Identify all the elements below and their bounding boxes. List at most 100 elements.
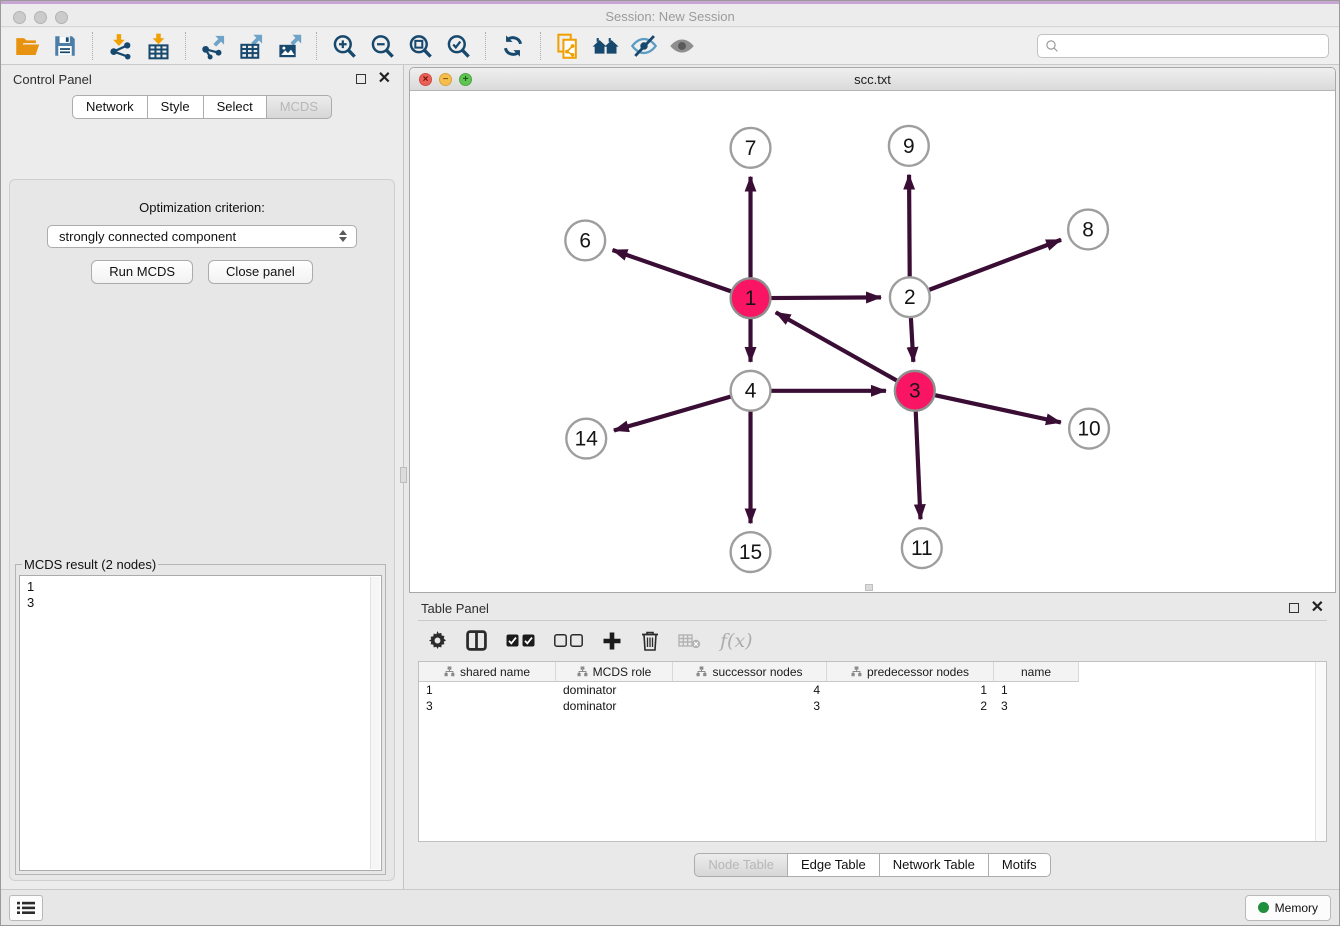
svg-text:3: 3 (909, 380, 921, 403)
graph-edge-3-1[interactable] (776, 312, 901, 383)
workspace: Control Panel ✕ Network Style Select MCD… (1, 65, 1339, 889)
show-columns-icon[interactable] (466, 630, 487, 651)
graph-node-14[interactable]: 14 (566, 419, 606, 459)
tab-edge-table[interactable]: Edge Table (787, 853, 880, 877)
zoom-in-icon[interactable] (328, 31, 360, 61)
memory-button[interactable]: Memory (1245, 895, 1331, 921)
column-header-mcds-role[interactable]: MCDS role (556, 662, 673, 682)
export-network-icon[interactable] (197, 31, 229, 61)
svg-text:6: 6 (579, 229, 591, 252)
tab-style[interactable]: Style (147, 95, 204, 119)
optimization-criterion-label: Optimization criterion: (10, 200, 394, 215)
graph-edge-1-6[interactable] (613, 250, 736, 293)
network-canvas[interactable]: 7 9 6 8 1 2 4 3 14 10 15 11 (410, 91, 1335, 591)
svg-text:2: 2 (904, 286, 916, 309)
network-graph[interactable]: 7 9 6 8 1 2 4 3 14 10 15 11 (410, 91, 1335, 591)
svg-text:11: 11 (911, 537, 933, 560)
zoom-selected-icon[interactable] (442, 31, 474, 61)
svg-text:4: 4 (745, 380, 757, 403)
hide-details-eye-icon[interactable] (628, 31, 660, 61)
select-all-rows-icon[interactable] (506, 634, 535, 647)
create-column-plus-icon[interactable] (602, 631, 622, 651)
tab-motifs[interactable]: Motifs (988, 853, 1051, 877)
column-header-name[interactable]: name (994, 662, 1079, 682)
float-panel-icon[interactable] (356, 74, 366, 84)
graph-edge-4-14[interactable] (614, 395, 735, 430)
graph-edge-1-2[interactable] (766, 297, 881, 298)
apply-layout-icon[interactable] (497, 31, 529, 61)
run-mcds-button[interactable]: Run MCDS (91, 260, 193, 284)
graph-edge-2-3[interactable] (911, 313, 914, 362)
graph-node-4[interactable]: 4 (731, 371, 771, 411)
import-network-icon[interactable] (104, 31, 136, 61)
graph-node-11[interactable]: 11 (902, 528, 942, 568)
close-panel-button[interactable]: Close panel (208, 260, 313, 284)
task-history-button[interactable] (9, 895, 43, 921)
mcds-result-box[interactable]: 1 3 (19, 575, 382, 871)
mcds-pane: Optimization criterion: strongly connect… (9, 179, 395, 881)
tab-network-table[interactable]: Network Table (879, 853, 989, 877)
function-builder-icon: f(x) (720, 630, 753, 652)
toolbar-separator (485, 32, 486, 60)
main-toolbar (1, 28, 1339, 65)
graph-node-2[interactable]: 2 (890, 277, 930, 317)
memory-label: Memory (1275, 901, 1318, 915)
graph-edge-3-11[interactable] (916, 407, 921, 520)
graph-node-6[interactable]: 6 (565, 221, 605, 261)
graph-node-1[interactable]: 1 (731, 278, 771, 318)
graph-node-15[interactable]: 15 (731, 532, 771, 572)
export-image-icon[interactable] (273, 31, 305, 61)
table-panel-title: Table Panel (421, 601, 489, 616)
open-folder-icon[interactable] (11, 31, 43, 61)
close-table-panel-icon[interactable]: ✕ (1311, 603, 1324, 613)
deselect-all-rows-icon[interactable] (554, 634, 583, 647)
graph-edge-2-8[interactable] (925, 240, 1061, 292)
right-area: × − + scc.txt 7 9 6 8 1 2 4 3 14 10 15 11 Table Pan… (408, 65, 1339, 889)
svg-text:8: 8 (1082, 218, 1094, 241)
tab-mcds[interactable]: MCDS (266, 95, 332, 119)
mcds-result-line: 3 (27, 595, 365, 611)
float-table-panel-icon[interactable] (1289, 603, 1299, 613)
tab-select[interactable]: Select (203, 95, 267, 119)
task-list-icon (17, 901, 35, 915)
table-row[interactable]: 1 dominator 4 1 1 (419, 682, 1326, 698)
graph-node-8[interactable]: 8 (1068, 210, 1108, 250)
delete-column-trash-icon[interactable] (641, 630, 659, 651)
save-session-icon[interactable] (49, 31, 81, 61)
mcds-result-title: MCDS result (2 nodes) (22, 557, 158, 572)
column-header-successor-nodes[interactable]: successor nodes (673, 662, 827, 682)
import-table-icon[interactable] (142, 31, 174, 61)
export-table-icon[interactable] (235, 31, 267, 61)
graph-node-3[interactable]: 3 (895, 371, 935, 411)
table-row[interactable]: 3 dominator 3 2 3 (419, 698, 1326, 714)
graph-node-7[interactable]: 7 (731, 128, 771, 168)
graph-node-9[interactable]: 9 (889, 126, 929, 166)
column-header-shared-name[interactable]: shared name (419, 662, 556, 682)
show-details-eye-icon[interactable] (666, 31, 698, 61)
graph-edge-2-9[interactable] (909, 175, 910, 282)
optimization-criterion-select[interactable]: strongly connected component (47, 225, 357, 248)
svg-text:1: 1 (745, 287, 757, 310)
network-window-titlebar[interactable]: × − + scc.txt (410, 68, 1335, 91)
graph-edge-3-10[interactable] (930, 394, 1061, 422)
panel-divider-grip[interactable] (400, 467, 407, 483)
table-header-row: shared name MCDS role successor nodes (419, 662, 1326, 682)
tab-network[interactable]: Network (72, 95, 148, 119)
zoom-fit-icon[interactable] (404, 31, 436, 61)
search-field[interactable] (1037, 34, 1329, 58)
tab-node-table[interactable]: Node Table (694, 853, 788, 877)
optimization-criterion-value: strongly connected component (59, 229, 236, 244)
network-overview-icon[interactable] (590, 31, 622, 61)
clone-network-icon[interactable] (552, 31, 584, 61)
result-scrollbar[interactable] (370, 577, 380, 869)
search-input[interactable] (1065, 39, 1321, 54)
graph-node-10[interactable]: 10 (1069, 409, 1109, 449)
zoom-out-icon[interactable] (366, 31, 398, 61)
network-resize-grip[interactable] (865, 584, 873, 591)
mcds-result-line: 1 (27, 579, 365, 595)
close-panel-icon[interactable]: ✕ (378, 74, 391, 84)
table-settings-gear-icon[interactable] (428, 631, 447, 650)
table-scrollbar[interactable] (1315, 662, 1326, 841)
column-type-icon (851, 666, 862, 677)
column-header-predecessor-nodes[interactable]: predecessor nodes (827, 662, 994, 682)
